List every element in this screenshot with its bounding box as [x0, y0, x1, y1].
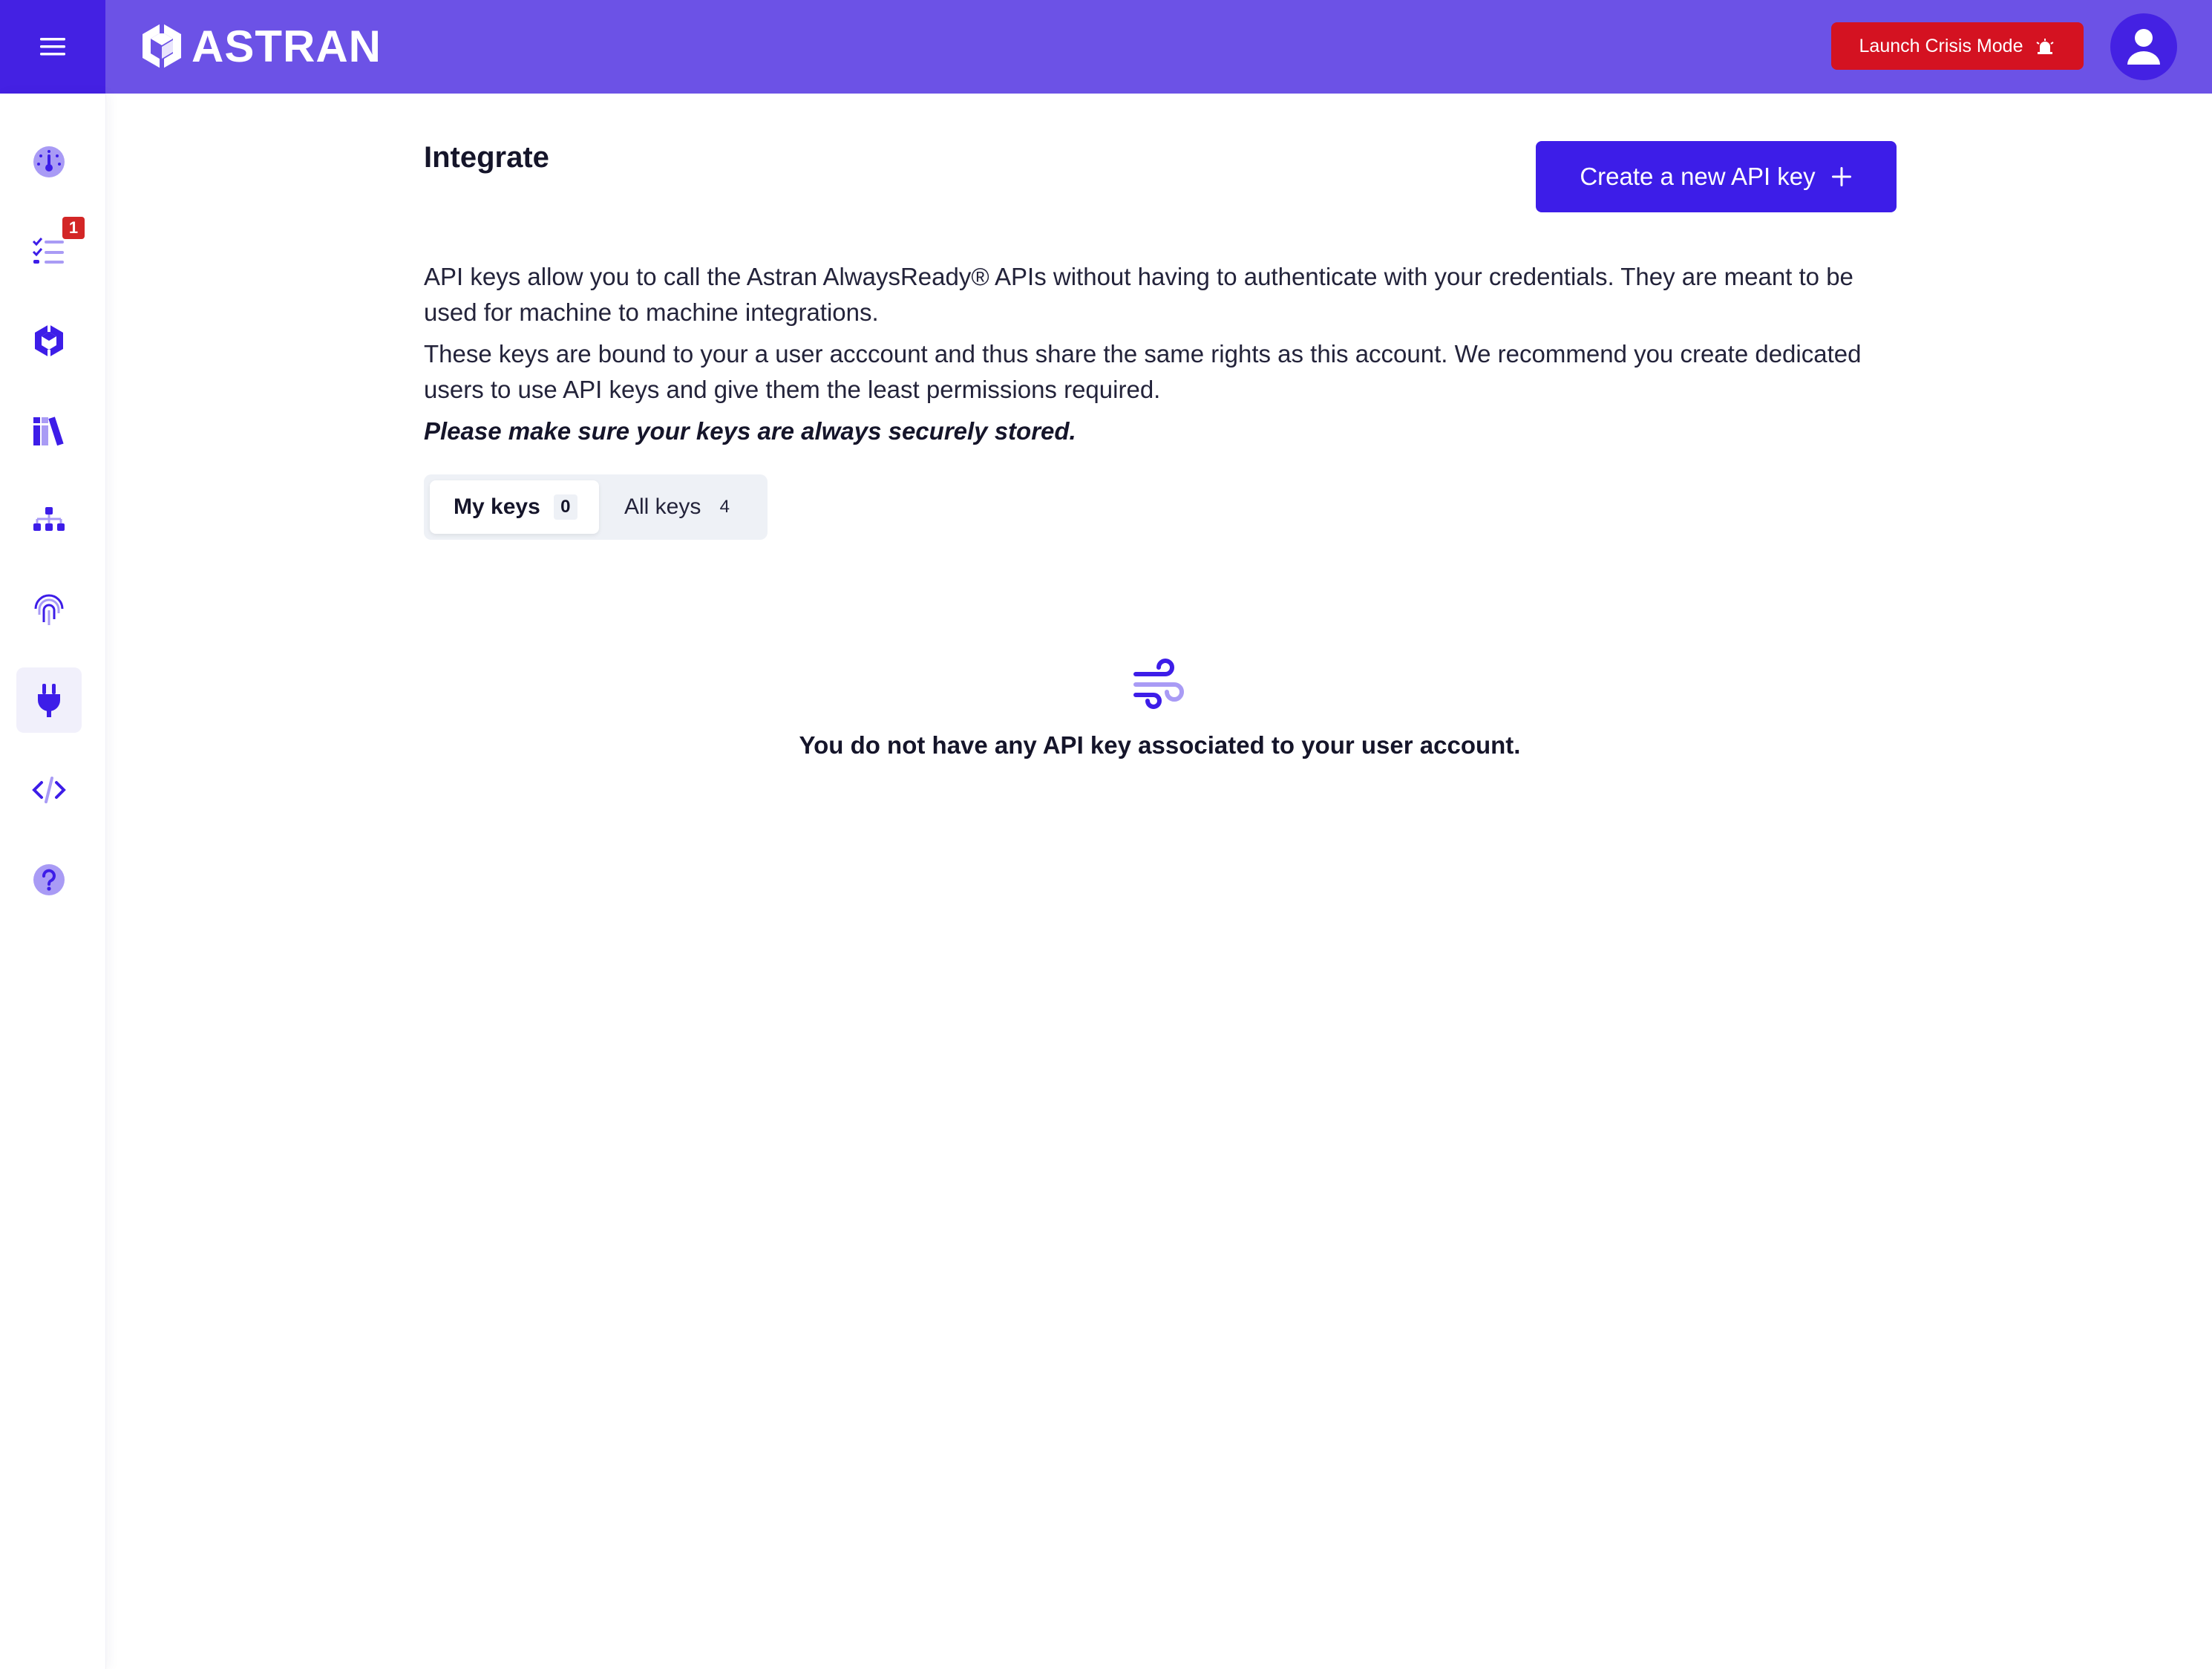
- user-avatar-button[interactable]: [2110, 13, 2177, 80]
- create-api-key-label: Create a new API key: [1580, 163, 1816, 190]
- sidebar-item-developer[interactable]: [16, 757, 82, 823]
- dashboard-gauge-icon: [33, 146, 65, 177]
- astran-logo[interactable]: ASTRAN: [140, 19, 382, 73]
- astran-cube-icon: [35, 323, 63, 359]
- sidebar: 1: [0, 94, 106, 1669]
- tab-label: My keys: [454, 494, 540, 519]
- tab-all-keys[interactable]: All keys 4: [605, 480, 761, 534]
- empty-state-message: You do not have any API key associated t…: [799, 731, 1521, 759]
- plus-icon: [1831, 167, 1851, 186]
- sidebar-item-organization[interactable]: [16, 488, 82, 553]
- org-hierarchy-icon: [33, 507, 65, 531]
- description-paragraph: These keys are bound to your a user accc…: [424, 340, 1862, 403]
- page-title: Integrate: [424, 141, 549, 174]
- top-bar: ASTRAN Launch Crisis Mode: [0, 0, 2212, 94]
- tasks-list-icon: [32, 238, 64, 264]
- library-books-icon: [33, 417, 64, 446]
- plug-icon: [38, 684, 60, 717]
- menu-toggle-button[interactable]: [0, 0, 105, 94]
- launch-crisis-mode-button[interactable]: Launch Crisis Mode: [1831, 22, 2084, 70]
- security-notice: Please make sure your keys are always se…: [424, 417, 1076, 445]
- code-icon: [32, 777, 66, 803]
- crisis-button-label: Launch Crisis Mode: [1859, 35, 2023, 56]
- user-icon: [2127, 29, 2160, 65]
- tab-label: All keys: [624, 494, 701, 519]
- siren-icon: [2036, 39, 2055, 54]
- sidebar-item-dashboard[interactable]: [16, 129, 82, 195]
- wind-icon: [1133, 659, 1184, 709]
- create-api-key-button[interactable]: Create a new API key: [1536, 141, 1897, 212]
- astran-cube-logo-icon: [143, 22, 181, 71]
- keys-tabs: My keys 0 All keys 4: [424, 474, 768, 540]
- tab-count: 4: [719, 497, 730, 517]
- sidebar-item-integrate[interactable]: [16, 667, 82, 733]
- sidebar-item-astran[interactable]: [16, 308, 82, 373]
- description-paragraph: API keys allow you to call the Astran Al…: [424, 263, 1853, 326]
- sidebar-item-library[interactable]: [16, 398, 82, 463]
- sidebar-item-tasks[interactable]: 1: [16, 217, 85, 284]
- help-icon: [33, 864, 65, 895]
- sidebar-item-security[interactable]: [16, 578, 82, 643]
- brand-name: ASTRAN: [192, 21, 382, 71]
- fingerprint-icon: [34, 594, 64, 625]
- tab-count: 0: [553, 494, 577, 520]
- sidebar-item-help[interactable]: [16, 847, 82, 912]
- tab-my-keys[interactable]: My keys 0: [430, 480, 599, 534]
- hamburger-icon: [40, 38, 65, 56]
- tasks-badge: 1: [62, 217, 85, 239]
